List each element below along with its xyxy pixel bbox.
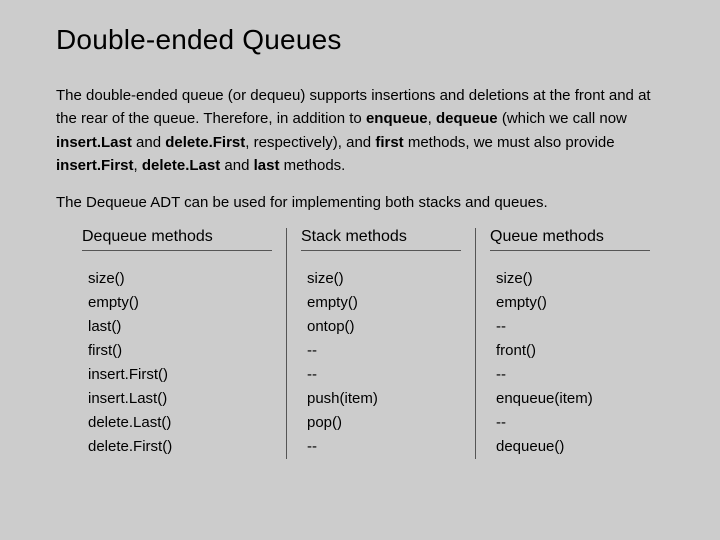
text: methods, we must also provide [404, 134, 615, 151]
bold-last: last [254, 157, 280, 174]
method-item: -- [496, 363, 650, 387]
text: and [220, 157, 253, 174]
text: and [132, 134, 165, 151]
page-title: Double-ended Queues [56, 24, 664, 56]
column-header-dequeue: Dequeue methods [82, 228, 272, 251]
bold-first: first [375, 134, 403, 151]
method-item: -- [307, 435, 461, 459]
methods-table: Dequeue methods size() empty() last() fi… [68, 228, 664, 459]
bold-insert-last: insert.Last [56, 134, 132, 151]
queue-methods: size() empty() -- front() -- enqueue(ite… [490, 267, 650, 459]
method-item: push(item) [307, 387, 461, 411]
method-item: -- [496, 315, 650, 339]
text: , [428, 110, 436, 127]
bold-dequeue: dequeue [436, 110, 498, 127]
method-item: empty() [88, 291, 272, 315]
column-header-stack: Stack methods [301, 228, 461, 251]
method-item: insert.Last() [88, 387, 272, 411]
paragraph-2: The Dequeue ADT can be used for implemen… [56, 191, 664, 214]
stack-methods: size() empty() ontop() -- -- push(item) … [301, 267, 461, 459]
bold-insert-first: insert.First [56, 157, 134, 174]
dequeue-methods: size() empty() last() first() insert.Fir… [82, 267, 272, 459]
method-item: delete.First() [88, 435, 272, 459]
bold-delete-last: delete.Last [142, 157, 220, 174]
method-item: size() [88, 267, 272, 291]
column-dequeue: Dequeue methods size() empty() last() fi… [68, 228, 286, 459]
text: , respectively), and [245, 134, 375, 151]
method-item: ontop() [307, 315, 461, 339]
method-item: delete.Last() [88, 411, 272, 435]
method-item: enqueue(item) [496, 387, 650, 411]
method-item: front() [496, 339, 650, 363]
method-item: insert.First() [88, 363, 272, 387]
method-item: pop() [307, 411, 461, 435]
method-item: -- [307, 363, 461, 387]
method-item: size() [307, 267, 461, 291]
bold-delete-first: delete.First [165, 134, 245, 151]
paragraph-1: The double-ended queue (or dequeu) suppo… [56, 84, 664, 177]
text: , [134, 157, 142, 174]
method-item: size() [496, 267, 650, 291]
method-item: empty() [307, 291, 461, 315]
column-queue: Queue methods size() empty() -- front() … [475, 228, 664, 459]
method-item: empty() [496, 291, 650, 315]
text: (which we call now [498, 110, 627, 127]
column-stack: Stack methods size() empty() ontop() -- … [286, 228, 475, 459]
slide: Double-ended Queues The double-ended que… [0, 0, 720, 489]
method-item: -- [496, 411, 650, 435]
method-item: dequeue() [496, 435, 650, 459]
method-item: last() [88, 315, 272, 339]
method-item: first() [88, 339, 272, 363]
column-header-queue: Queue methods [490, 228, 650, 251]
method-item: -- [307, 339, 461, 363]
bold-enqueue: enqueue [366, 110, 428, 127]
text: methods. [279, 157, 345, 174]
